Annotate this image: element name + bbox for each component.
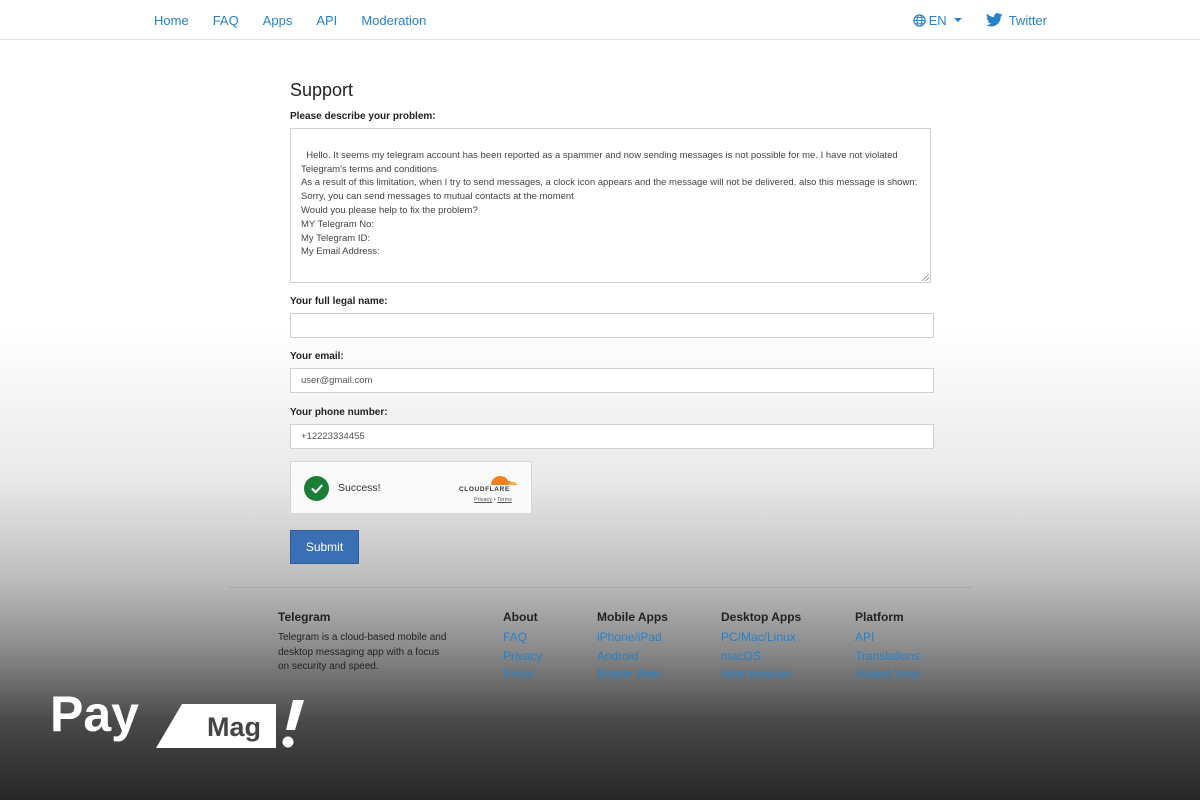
footer-link-faq[interactable]: FAQ bbox=[503, 630, 542, 645]
footer-divider bbox=[229, 587, 973, 588]
captcha-link-separator: • bbox=[493, 497, 496, 503]
captcha-terms-link[interactable]: Terms bbox=[497, 497, 512, 503]
twitter-label: Twitter bbox=[1008, 12, 1047, 28]
footer-column-desktop-apps: Desktop Apps PC/Mac/Linux macOS Web-brow… bbox=[721, 610, 801, 687]
captcha-privacy-link[interactable]: Privacy bbox=[474, 497, 492, 503]
email-placeholder: user@gmail.com bbox=[301, 375, 373, 386]
footer-telegram-description: Telegram is a cloud-based mobile and des… bbox=[278, 632, 447, 672]
email-label: Your email: bbox=[290, 351, 344, 362]
phone-input[interactable]: +12223334455 bbox=[290, 424, 934, 449]
footer-column-title: Mobile Apps bbox=[597, 610, 668, 624]
language-dropdown[interactable]: EN bbox=[913, 13, 962, 28]
watermark-word-mag: Mag bbox=[207, 712, 261, 742]
captcha-status: Success! bbox=[338, 482, 381, 494]
captcha-widget[interactable]: Success! CLOUDFLARE Privacy • Terms bbox=[290, 461, 532, 514]
name-label: Your full legal name: bbox=[290, 296, 388, 307]
footer-about-telegram: Telegram Telegram is a cloud-based mobil… bbox=[278, 610, 453, 675]
nav-home-link[interactable]: Home bbox=[154, 13, 189, 28]
footer-column-about: About FAQ Privacy Press bbox=[503, 610, 542, 687]
footer-telegram-title: Telegram bbox=[278, 610, 331, 624]
footer-column-title: Desktop Apps bbox=[721, 610, 802, 624]
phone-placeholder: +12223334455 bbox=[301, 431, 365, 442]
phone-label: Your phone number: bbox=[290, 407, 388, 418]
chevron-down-icon bbox=[953, 18, 962, 22]
globe-icon bbox=[913, 13, 926, 27]
footer-column-title: About bbox=[503, 610, 538, 624]
nav-apps-link[interactable]: Apps bbox=[263, 13, 293, 28]
footer-link-android[interactable]: Android bbox=[597, 649, 668, 664]
nav-api-link[interactable]: API bbox=[316, 13, 337, 28]
problem-label: Please describe your problem: bbox=[290, 111, 436, 122]
footer-link-macos[interactable]: macOS bbox=[721, 649, 801, 664]
language-label: EN bbox=[928, 12, 947, 28]
captcha-links: Privacy • Terms bbox=[474, 497, 512, 503]
footer-column-mobile-apps: Mobile Apps iPhone/iPad Android Mobile W… bbox=[597, 610, 668, 687]
footer-column-platform: Platform API Translations Instant View bbox=[855, 610, 920, 687]
email-input[interactable]: user@gmail.com bbox=[290, 368, 934, 393]
top-navbar: Home FAQ Apps API Moderation EN Twitter bbox=[0, 0, 1200, 40]
full-name-input[interactable] bbox=[290, 313, 934, 338]
footer-link-iphone-ipad[interactable]: iPhone/iPad bbox=[597, 630, 668, 645]
cloudflare-brand: CLOUDFLARE bbox=[459, 486, 510, 493]
watermark-word-pay: Pay bbox=[50, 686, 139, 742]
footer-column-title: Platform bbox=[855, 610, 904, 624]
success-check-icon bbox=[304, 476, 329, 501]
problem-textarea[interactable]: Hello. It seems my telegram account has … bbox=[290, 128, 931, 283]
footer-link-press[interactable]: Press bbox=[503, 667, 542, 682]
submit-button[interactable]: Submit bbox=[290, 530, 359, 564]
footer-link-privacy[interactable]: Privacy bbox=[503, 649, 542, 664]
problem-text: Hello. It seems my telegram account has … bbox=[301, 149, 918, 258]
footer-link-pc-mac-linux[interactable]: PC/Mac/Linux bbox=[721, 630, 801, 645]
nav-links: Home FAQ Apps API Moderation bbox=[154, 0, 426, 40]
cloudflare-cloud-icon bbox=[491, 476, 517, 485]
footer-link-instant-view[interactable]: Instant View bbox=[855, 667, 920, 682]
footer-link-api[interactable]: API bbox=[855, 630, 920, 645]
twitter-link[interactable]: Twitter bbox=[985, 12, 1047, 28]
resize-handle-icon[interactable] bbox=[922, 274, 929, 281]
nav-moderation-link[interactable]: Moderation bbox=[361, 13, 426, 28]
footer-link-web-browser[interactable]: Web-browser bbox=[721, 667, 801, 682]
paymag-watermark-logo: Pay Mag bbox=[50, 686, 304, 748]
page-title: Support bbox=[290, 80, 354, 100]
nav-right: EN Twitter bbox=[913, 0, 1047, 40]
nav-faq-link[interactable]: FAQ bbox=[213, 13, 239, 28]
footer-link-mobile-web[interactable]: Mobile Web bbox=[597, 667, 668, 682]
twitter-bird-icon bbox=[985, 13, 1003, 27]
footer-link-translations[interactable]: Translations bbox=[855, 649, 920, 664]
